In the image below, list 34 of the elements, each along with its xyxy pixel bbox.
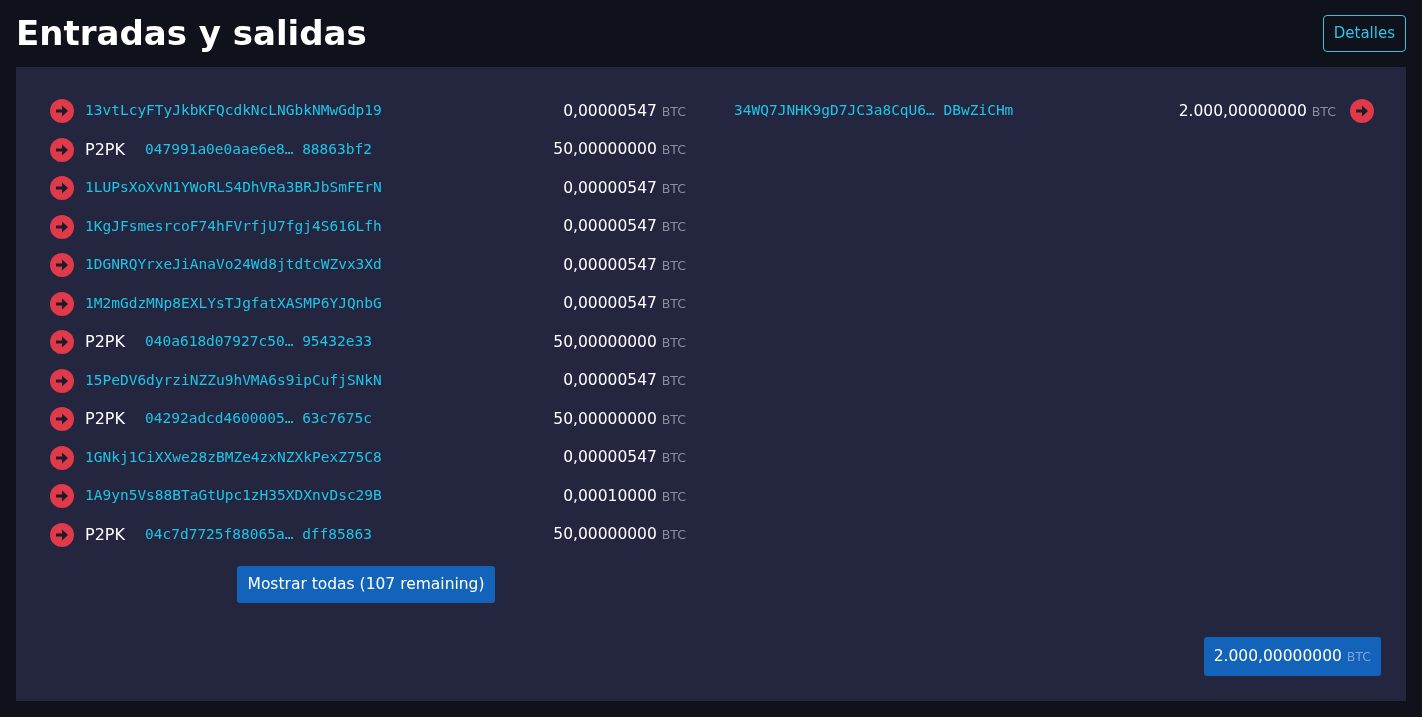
script-type-label: P2PK <box>85 138 126 161</box>
amount: 0,00000547 BTC <box>563 447 686 469</box>
address-link[interactable]: 13vtLcyFTyJkbKFQcdkNcLNGbkNMwGdp19 <box>85 100 382 123</box>
page-title: Entradas y salidas <box>16 13 367 54</box>
amount: 50,00000000 BTC <box>553 524 686 546</box>
public-key-link[interactable]: 04c7d7725f88065a… dff85863 <box>145 523 372 546</box>
public-key-link[interactable]: 040a618d07927c50… 95432e33 <box>145 331 372 354</box>
amount: 0,00000547 BTC <box>563 177 686 199</box>
amount: 0,00000547 BTC <box>563 293 686 315</box>
address-link[interactable]: 1LUPsXoXvN1YWoRLS4DhVRa3BRJbSmFErN <box>85 177 382 200</box>
amount: 0,00000547 BTC <box>563 370 686 392</box>
total-amount: 2.000,00000000 BTC <box>1203 636 1381 676</box>
address-link[interactable]: 15PeDV6dyrziNZZu9hVMA6s9ipCufjSNkN <box>85 369 382 392</box>
address-link[interactable]: 1M2mGdzMNp8EXLYsTJgfatXASMP6YJQnbG <box>85 292 382 315</box>
public-key-link[interactable]: 04292adcd4600005… 63c7675c <box>145 408 372 431</box>
script-type-label: P2PK <box>85 408 126 431</box>
amount: 0,00000547 BTC <box>563 254 686 276</box>
details-button[interactable]: Detalles <box>1322 15 1406 52</box>
amount: 50,00000000 BTC <box>553 331 686 353</box>
address-link[interactable]: 1GNkj1CiXXwe28zBMZe4zxNZXkPexZ75C8 <box>85 446 382 469</box>
amount: 50,00000000 BTC <box>553 408 686 430</box>
amount: 0,00000547 BTC <box>563 216 686 238</box>
amount: 0,00000547 BTC <box>563 100 686 122</box>
amount: 2.000,00000000 BTC <box>1178 100 1336 122</box>
show-all-button[interactable]: Mostrar todas (107 remaining) <box>236 566 496 604</box>
amount: 0,00010000 BTC <box>563 485 686 507</box>
public-key-link[interactable]: 047991a0e0aae6e8… 88863bf2 <box>145 138 372 161</box>
address-link[interactable]: 34WQ7JNHK9gD7JC3a8CqU6… DBwZiCHm <box>734 100 1179 123</box>
address-link[interactable]: 1A9yn5Vs88BTaGtUpc1zH35XDXnvDsc29B <box>85 485 382 508</box>
amount: 50,00000000 BTC <box>553 139 686 161</box>
script-type-label: P2PK <box>85 331 126 354</box>
address-link[interactable]: 1KgJFsmesrcoF74hFVrfjU7fgj4S616Lfh <box>85 215 382 238</box>
address-link[interactable]: 1DGNRQYrxeJiAnaVo24Wd8jtdtcWZvx3Xd <box>85 254 382 277</box>
script-type-label: P2PK <box>85 523 126 546</box>
